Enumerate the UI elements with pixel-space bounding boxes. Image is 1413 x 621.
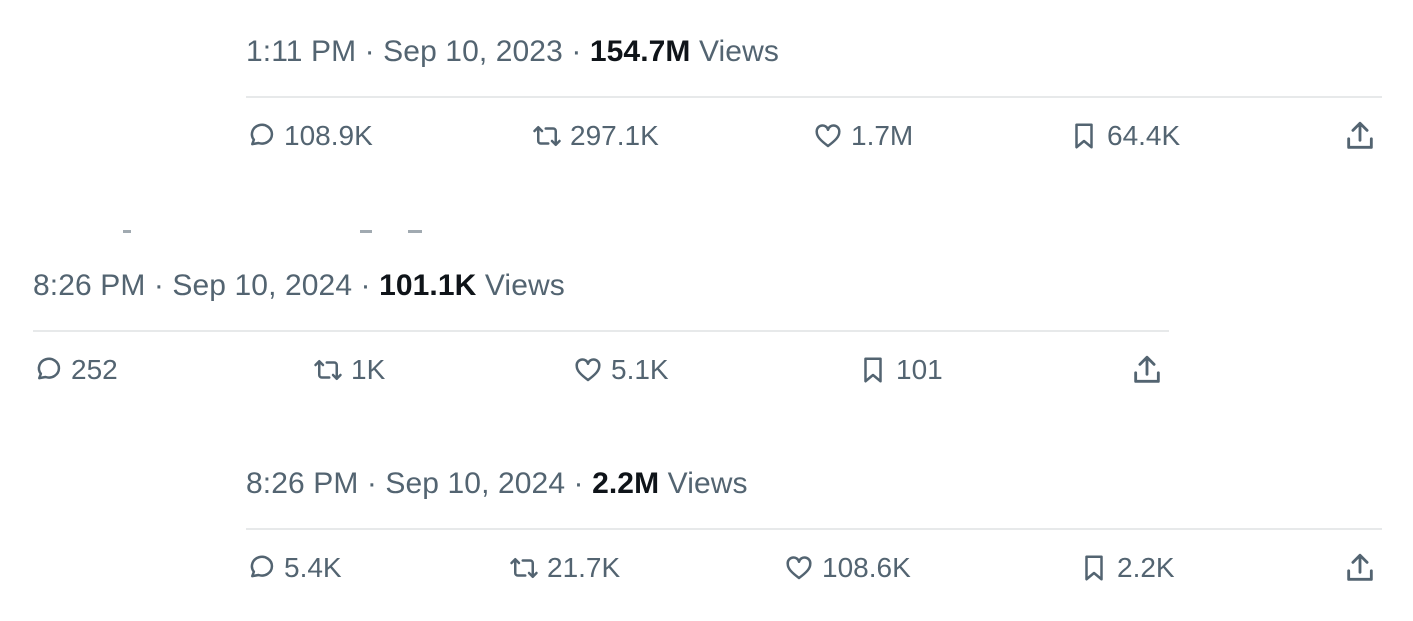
views-label: Views [484, 269, 565, 302]
share-button[interactable] [1130, 350, 1164, 390]
bookmark-button[interactable]: 101 [858, 350, 943, 390]
reply-count: 5.4K [284, 552, 342, 583]
like-count: 5.1K [611, 354, 669, 385]
bookmark-count: 101 [896, 354, 943, 385]
retweet-button[interactable]: 1K [313, 350, 385, 390]
bookmark-button[interactable]: 64.4K [1069, 116, 1180, 156]
meta-separator: · [571, 35, 582, 68]
retweet-button[interactable]: 297.1K [532, 116, 659, 156]
reply-count: 252 [71, 354, 118, 385]
tweet-meta-line: 8:26 PM · Sep 10, 2024 · 101.1K Views [33, 262, 1169, 310]
tweet-date[interactable]: Sep 10, 2024 [172, 269, 352, 302]
tweet-meta-line: 1:11 PM · Sep 10, 2023 · 154.7M Views [246, 28, 1382, 76]
heart-icon [786, 556, 812, 580]
bookmark-icon [1085, 555, 1103, 581]
share-icon [1347, 121, 1373, 149]
meta-separator: · [366, 467, 377, 500]
tweet-time[interactable]: 8:26 PM [33, 269, 145, 302]
meta-separator: · [364, 35, 375, 68]
retweet-icon [510, 558, 538, 578]
reply-button[interactable]: 252 [33, 350, 118, 390]
views-count: 154.7M [589, 35, 691, 68]
retweet-button[interactable]: 21.7K [509, 548, 620, 588]
meta-separator: · [360, 269, 371, 302]
tweet-date[interactable]: Sep 10, 2023 [383, 35, 563, 68]
tweet-time[interactable]: 1:11 PM [246, 35, 356, 68]
action-bar: 108.9K 297.1K 1.7M 64.4K [246, 98, 1382, 174]
tweet-stats-block: 8:26 PM · Sep 10, 2024 · 2.2M Views 5.4K… [246, 460, 1382, 606]
retweet-count: 297.1K [570, 120, 659, 151]
retweet-icon [314, 360, 342, 380]
share-icon [1347, 553, 1373, 581]
retweet-count: 1K [351, 354, 386, 385]
heart-icon [815, 124, 841, 148]
views-count: 101.1K [379, 269, 477, 302]
share-button[interactable] [1343, 548, 1377, 588]
cropped-text-remnant [123, 230, 131, 233]
like-button[interactable]: 108.6K [784, 548, 911, 588]
views-label: Views [667, 467, 748, 500]
tweet-time[interactable]: 8:26 PM [246, 467, 358, 500]
reply-icon [37, 357, 61, 380]
bookmark-button[interactable]: 2.2K [1079, 548, 1175, 588]
action-bar: 252 1K 5.1K 101 [33, 332, 1169, 408]
reply-button[interactable]: 5.4K [246, 548, 342, 588]
reply-icon [250, 123, 274, 146]
tweet-date[interactable]: Sep 10, 2024 [385, 467, 565, 500]
reply-button[interactable]: 108.9K [246, 116, 373, 156]
retweet-count: 21.7K [547, 552, 621, 583]
views-label: Views [698, 35, 779, 68]
share-button[interactable] [1343, 116, 1377, 156]
like-button[interactable]: 5.1K [573, 350, 669, 390]
views-count: 2.2M [592, 467, 660, 500]
cropped-text-remnant [408, 230, 422, 233]
bookmark-icon [1075, 123, 1093, 149]
bookmark-count: 64.4K [1107, 120, 1181, 151]
reply-icon [250, 555, 274, 578]
like-button[interactable]: 1.7M [813, 116, 913, 156]
tweet-meta-line: 8:26 PM · Sep 10, 2024 · 2.2M Views [246, 460, 1382, 508]
action-bar: 5.4K 21.7K 108.6K 2.2K [246, 530, 1382, 606]
like-count: 108.6K [822, 552, 911, 583]
meta-separator: · [153, 269, 164, 302]
tweet-stats-block: 8:26 PM · Sep 10, 2024 · 101.1K Views 25… [33, 262, 1169, 408]
bookmark-icon [864, 357, 882, 383]
bookmark-count: 2.2K [1117, 552, 1175, 583]
like-count: 1.7M [851, 120, 914, 151]
heart-icon [575, 358, 601, 382]
tweet-stats-block: 1:11 PM · Sep 10, 2023 · 154.7M Views 10… [246, 28, 1382, 174]
cropped-text-remnant [360, 230, 372, 233]
reply-count: 108.9K [284, 120, 373, 151]
retweet-icon [533, 126, 561, 146]
meta-separator: · [573, 467, 584, 500]
share-icon [1134, 355, 1160, 383]
